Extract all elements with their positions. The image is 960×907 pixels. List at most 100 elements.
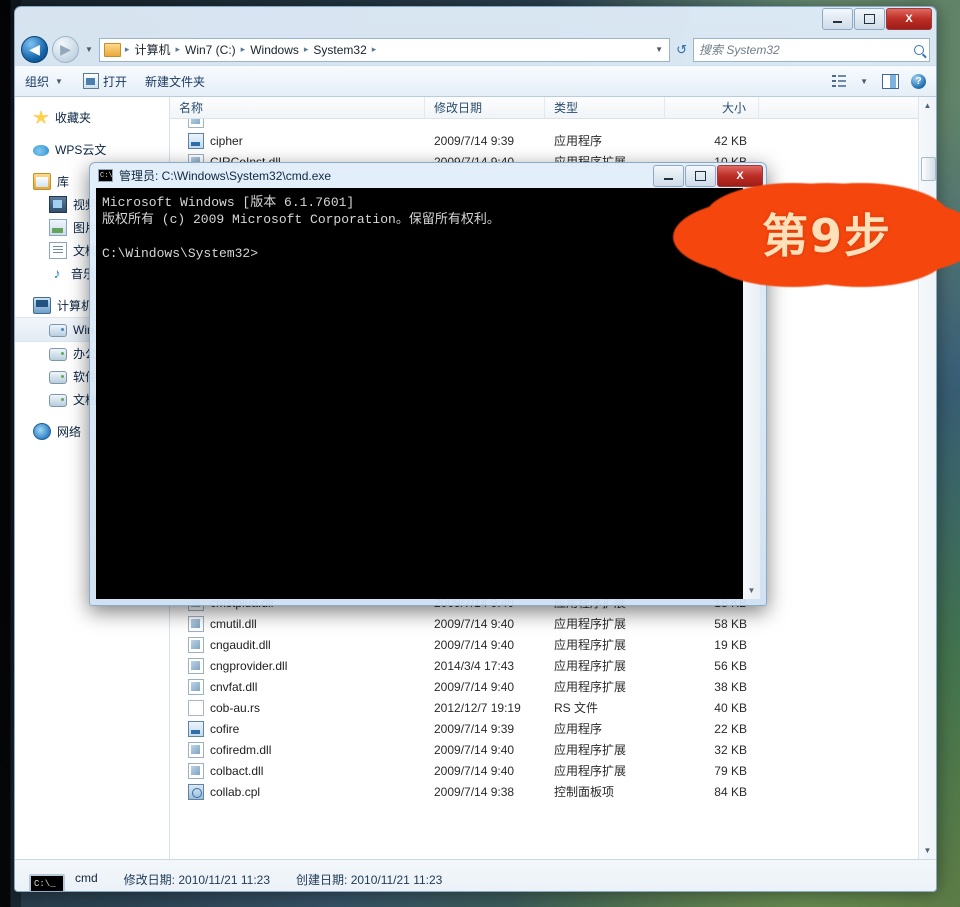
- file-size: 58 KB: [714, 616, 747, 631]
- file-name: colbact.dll: [210, 763, 264, 778]
- table-row[interactable]: cob-au.rs 2012/12/7 19:19 RS 文件 40 KB: [170, 697, 918, 718]
- file-name: cmutil.dll: [210, 616, 257, 631]
- file-size: 84 KB: [714, 784, 747, 799]
- breadcrumb-item-system32[interactable]: System32: [309, 42, 370, 58]
- table-row[interactable]: cnvfat.dll 2009/7/14 9:40 应用程序扩展 38 KB: [170, 676, 918, 697]
- command-prompt-window[interactable]: C:\ 管理员: C:\Windows\System32\cmd.exe X M…: [89, 162, 767, 606]
- breadcrumb-item-windows[interactable]: Windows: [246, 42, 303, 58]
- table-row[interactable]: cipher 2009/7/14 9:39 应用程序 42 KB: [170, 130, 918, 151]
- table-row[interactable]: collab.cpl 2009/7/14 9:38 控制面板项 84 KB: [170, 781, 918, 802]
- dll-icon: [188, 741, 204, 758]
- search-icon: [914, 44, 924, 55]
- step-badge: 第9步: [723, 183, 931, 283]
- file-icon: [188, 699, 204, 716]
- dll-icon: [188, 678, 204, 695]
- explorer-toolbar: 组织 ▼ 打开 新建文件夹 ▼ ?: [15, 65, 936, 97]
- file-name: cngprovider.dll: [210, 658, 288, 673]
- history-dropdown-icon[interactable]: ▼: [83, 45, 95, 54]
- file-name: cngaudit.dll: [210, 637, 271, 652]
- new-folder-button[interactable]: 新建文件夹: [145, 73, 205, 90]
- refresh-icon[interactable]: ↺: [674, 42, 689, 58]
- table-row[interactable]: cofiredm.dll 2009/7/14 9:40 应用程序扩展 32 KB: [170, 739, 918, 760]
- application-icon: [188, 720, 204, 737]
- back-button[interactable]: ◀: [21, 36, 48, 63]
- file-type: 控制面板项: [554, 785, 615, 799]
- file-size: 22 KB: [714, 721, 747, 736]
- breadcrumb-item-win7[interactable]: Win7 (C:): [181, 42, 240, 58]
- explorer-minimize-button[interactable]: [822, 8, 853, 30]
- file-type: 应用程序: [554, 722, 603, 736]
- table-row[interactable]: [170, 119, 918, 130]
- file-date: 2009/7/14 9:40: [434, 616, 515, 631]
- file-name: cob-au.rs: [210, 700, 261, 715]
- file-size: 79 KB: [714, 763, 747, 778]
- scroll-down-icon[interactable]: ▼: [919, 842, 936, 859]
- file-type: 应用程序扩展: [554, 764, 627, 778]
- file-size: 32 KB: [714, 742, 747, 757]
- file-name: cnvfat.dll: [210, 679, 258, 694]
- sidebar-item-favorites[interactable]: 收藏夹: [15, 106, 169, 129]
- views-chevron-down-icon[interactable]: ▼: [858, 77, 870, 86]
- library-icon: [33, 173, 51, 190]
- nav-group-wps: WPS云文: [15, 138, 169, 161]
- open-label: 打开: [102, 74, 127, 89]
- music-icon: ♪: [53, 265, 61, 281]
- file-size: 19 KB: [714, 637, 747, 652]
- help-icon[interactable]: ?: [911, 73, 926, 89]
- nav-group-favorites: 收藏夹: [15, 106, 169, 129]
- breadcrumb[interactable]: ▸ 计算机 ▸ Win7 (C:) ▸ Windows ▸ System32 ▸…: [98, 37, 671, 62]
- sidebar-item-wps-cloud[interactable]: WPS云文: [15, 138, 169, 161]
- table-row[interactable]: cofire 2009/7/14 9:39 应用程序 22 KB: [170, 718, 918, 739]
- sidebar-label-network: 网络: [57, 425, 82, 439]
- table-row[interactable]: cngaudit.dll 2009/7/14 9:40 应用程序扩展 19 KB: [170, 634, 918, 655]
- organize-button[interactable]: 组织 ▼: [25, 73, 65, 90]
- file-date: 2014/3/4 17:43: [434, 658, 515, 673]
- computer-icon: [33, 297, 51, 314]
- column-header-type[interactable]: 类型: [545, 97, 665, 118]
- file-size: 40 KB: [714, 700, 747, 715]
- open-button[interactable]: 打开: [82, 73, 127, 90]
- column-header-date[interactable]: 修改日期: [425, 97, 545, 118]
- preview-pane-icon[interactable]: [882, 73, 899, 89]
- explorer-maximize-button[interactable]: [854, 8, 885, 30]
- breadcrumb-item-computer[interactable]: 计算机: [130, 40, 174, 59]
- file-type: 应用程序扩展: [554, 743, 627, 757]
- file-date: 2009/7/14 9:40: [434, 742, 515, 757]
- table-row[interactable]: colbact.dll 2009/7/14 9:40 应用程序扩展 79 KB: [170, 760, 918, 781]
- cmd-minimize-button[interactable]: [653, 165, 684, 187]
- hdd-icon: [49, 394, 67, 407]
- explorer-close-button[interactable]: X: [886, 8, 932, 30]
- table-row[interactable]: cngprovider.dll 2014/3/4 17:43 应用程序扩展 56…: [170, 655, 918, 676]
- file-type: 应用程序扩展: [554, 617, 627, 631]
- file-name: cofiredm.dll: [210, 742, 272, 757]
- cmd-maximize-button[interactable]: [685, 165, 716, 187]
- sidebar-label-libraries: 库: [57, 175, 70, 189]
- breadcrumb-dropdown-icon[interactable]: ▼: [653, 45, 665, 54]
- status-modified: 修改日期: 2010/11/21 11:23: [124, 871, 270, 888]
- pictures-icon: [49, 219, 67, 236]
- forward-button[interactable]: ▶: [52, 36, 79, 63]
- scroll-up-icon[interactable]: ▲: [919, 97, 936, 114]
- column-header-name[interactable]: 名称: [170, 97, 425, 118]
- cmd-console-text[interactable]: Microsoft Windows [版本 6.1.7601] 版权所有 (c)…: [96, 188, 742, 599]
- new-folder-label: 新建文件夹: [144, 74, 205, 89]
- file-type: 应用程序: [554, 134, 603, 148]
- views-icon[interactable]: [832, 75, 847, 87]
- column-header-size[interactable]: 大小: [665, 97, 759, 118]
- file-size: 56 KB: [714, 658, 747, 673]
- file-type: RS 文件: [554, 701, 599, 715]
- cmd-client-area[interactable]: Microsoft Windows [版本 6.1.7601] 版权所有 (c)…: [96, 188, 760, 599]
- status-modified-value: 2010/11/21 11:23: [178, 872, 270, 887]
- dll-icon: [188, 657, 204, 674]
- scrollbar-thumb[interactable]: [921, 157, 936, 181]
- toolbar-right-group: ▼ ?: [832, 73, 926, 89]
- breadcrumb-separator-4: ▸: [371, 44, 377, 54]
- cmd-icon: C:\: [98, 169, 113, 182]
- video-icon: [49, 196, 67, 213]
- table-row[interactable]: cmutil.dll 2009/7/14 9:40 应用程序扩展 58 KB: [170, 613, 918, 634]
- cmd-scroll-down-icon[interactable]: ▼: [743, 582, 760, 599]
- search-input[interactable]: 搜索 System32: [693, 37, 930, 62]
- status-modified-label: 修改日期:: [123, 872, 176, 887]
- sidebar-label-computer: 计算机: [57, 299, 94, 313]
- search-placeholder: 搜索 System32: [699, 43, 780, 57]
